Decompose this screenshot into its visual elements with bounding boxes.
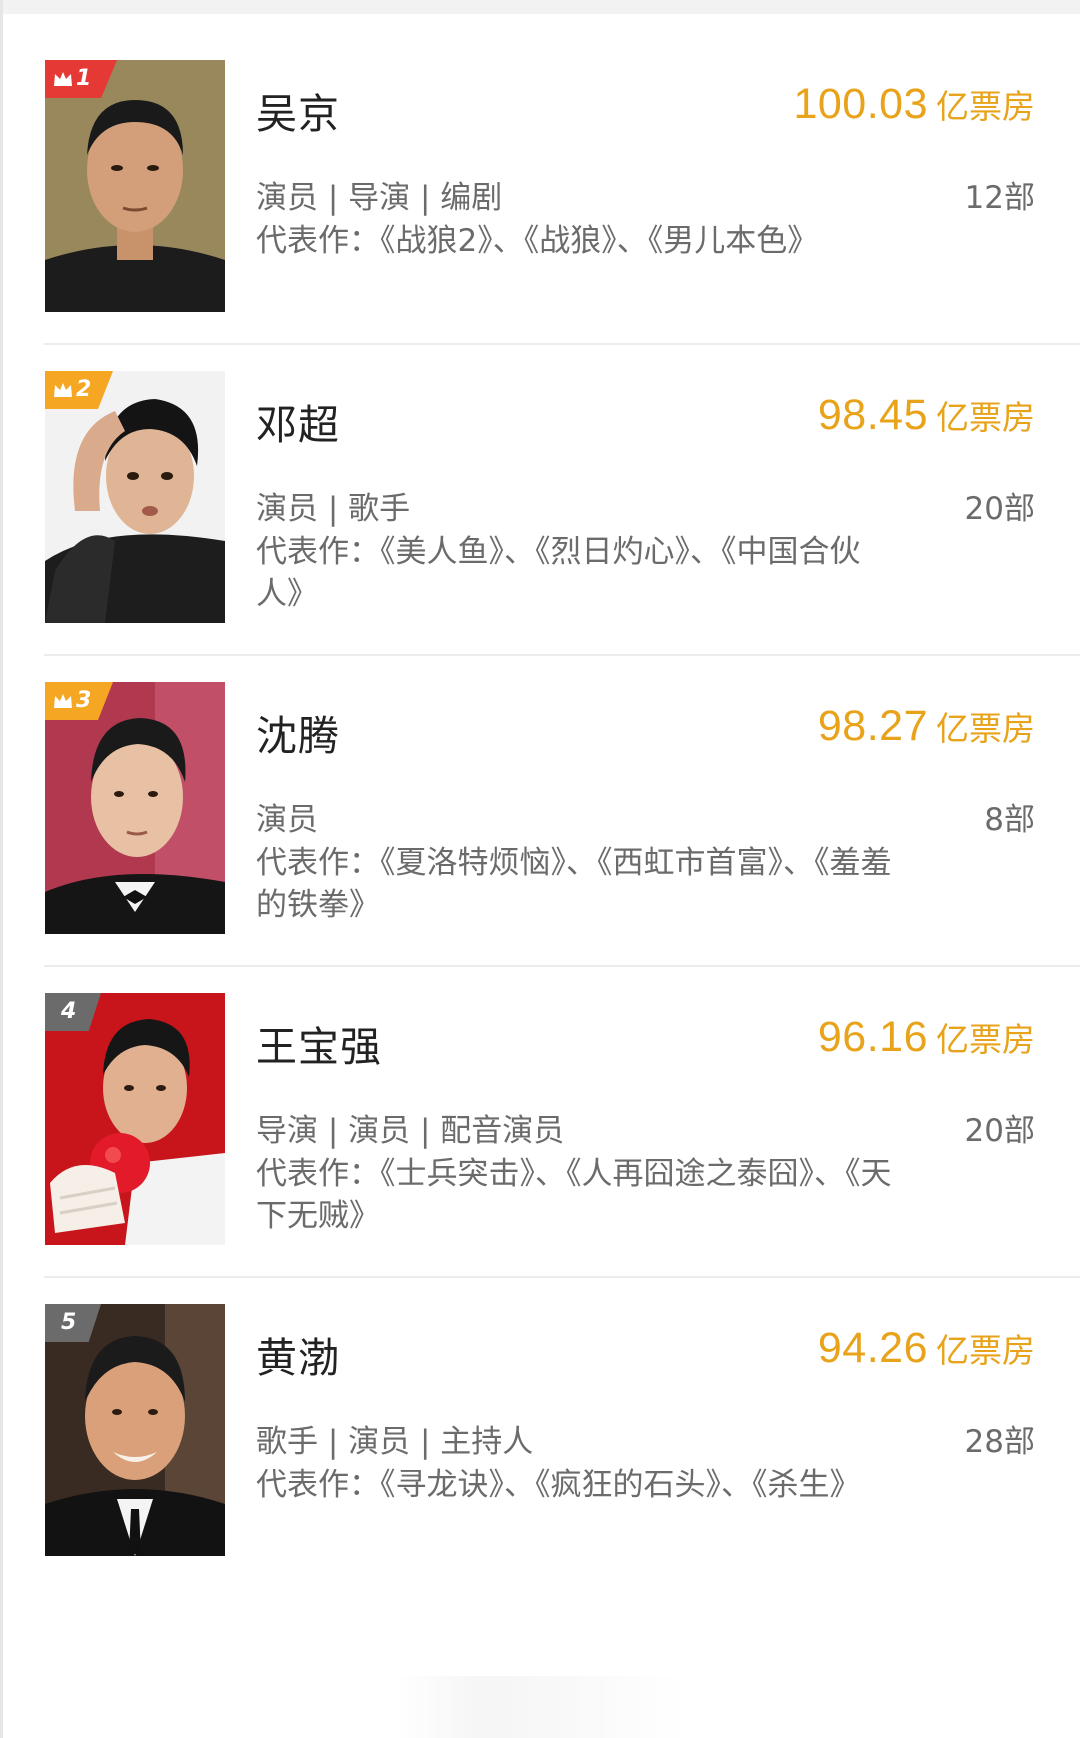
actor-roles: 演员 | 歌手 [256, 491, 411, 527]
rank-number: 5 [61, 1310, 77, 1335]
representative-works: 代表作：《寻龙诀》、《疯狂的石头》、《杀生》 [256, 1467, 861, 1503]
avatar[interactable]: 3 [45, 682, 225, 934]
box-office: 98.27 亿票房 [818, 702, 1035, 751]
list-item[interactable]: 1 吴京 100.03 亿票房 演员 | 导演 | 编剧 12部 代表作：《战狼… [0, 0, 1080, 345]
actor-roles: 歌手 | 演员 | 主持人 [256, 1424, 534, 1460]
representative-works: 代表作：《战狼2》、《战狼》、《男儿本色》 [256, 223, 819, 259]
avatar[interactable]: 2 [45, 371, 225, 623]
actor-roles: 演员 | 导演 | 编剧 [256, 180, 503, 216]
box-office-unit: 亿票房 [936, 709, 1035, 748]
actor-name[interactable]: 吴京 [256, 80, 340, 140]
film-count: 20部 [964, 491, 1035, 527]
list-item[interactable]: 3 沈腾 98.27 亿票房 演员 8部 代表作：《夏洛特烦恼》、《西虹市首富》… [0, 622, 1080, 967]
list-item[interactable]: 5 黄渤 94.26 亿票房 歌手 | 演员 | 主持人 28部 代表作：《寻龙… [0, 1244, 1080, 1589]
rank-number: 4 [61, 999, 77, 1024]
representative-works: 代表作：《美人鱼》、《烈日灼心》、《中国合伙人》 [256, 534, 861, 612]
film-count: 12部 [964, 180, 1035, 216]
box-office-amount: 98.27 [817, 702, 928, 750]
box-office-amount: 98.45 [817, 391, 928, 439]
box-office: 98.45 亿票房 [818, 391, 1035, 440]
actor-roles: 演员 [256, 802, 318, 838]
box-office-unit: 亿票房 [936, 87, 1035, 126]
box-office-amount: 96.16 [817, 1013, 928, 1061]
avatar[interactable]: 5 [45, 1304, 225, 1556]
rank-number: 3 [76, 688, 92, 713]
crown-icon [53, 71, 73, 87]
box-office: 100.03 亿票房 [793, 80, 1035, 129]
film-count: 8部 [984, 802, 1035, 838]
box-office-amount: 94.26 [817, 1324, 928, 1372]
box-office-amount: 100.03 [793, 80, 928, 128]
list-item[interactable]: 4 王宝强 96.16 亿票房 导演 | 演员 | 配音演员 20部 代表作：《… [0, 933, 1080, 1278]
film-count: 20部 [964, 1113, 1035, 1149]
actor-name[interactable]: 王宝强 [256, 1013, 382, 1073]
actor-name[interactable]: 沈腾 [256, 702, 340, 762]
avatar[interactable]: 1 [45, 60, 225, 312]
avatar[interactable]: 4 [45, 993, 225, 1245]
crown-icon [53, 693, 73, 709]
box-office-unit: 亿票房 [936, 398, 1035, 437]
actor-name[interactable]: 黄渤 [256, 1324, 340, 1384]
list-item[interactable]: 2 邓超 98.45 亿票房 演员 | 歌手 20部 代表作：《美人鱼》、《烈日… [0, 311, 1080, 656]
watermark-blur [395, 1676, 685, 1738]
ranking-page: 1 吴京 100.03 亿票房 演员 | 导演 | 编剧 12部 代表作：《战狼… [0, 0, 1080, 1738]
box-office: 94.26 亿票房 [818, 1324, 1035, 1373]
rank-number: 1 [76, 66, 92, 91]
actor-name[interactable]: 邓超 [256, 391, 340, 451]
rank-number: 2 [76, 377, 92, 402]
film-count: 28部 [964, 1424, 1035, 1460]
box-office-unit: 亿票房 [936, 1020, 1035, 1059]
actor-roles: 导演 | 演员 | 配音演员 [256, 1113, 565, 1149]
box-office: 96.16 亿票房 [818, 1013, 1035, 1062]
representative-works: 代表作：《夏洛特烦恼》、《西虹市首富》、《羞羞的铁拳》 [256, 845, 892, 923]
crown-icon [53, 382, 73, 398]
box-office-unit: 亿票房 [936, 1331, 1035, 1370]
representative-works: 代表作：《士兵突击》、《人再囧途之泰囧》、《天下无贼》 [256, 1156, 892, 1234]
